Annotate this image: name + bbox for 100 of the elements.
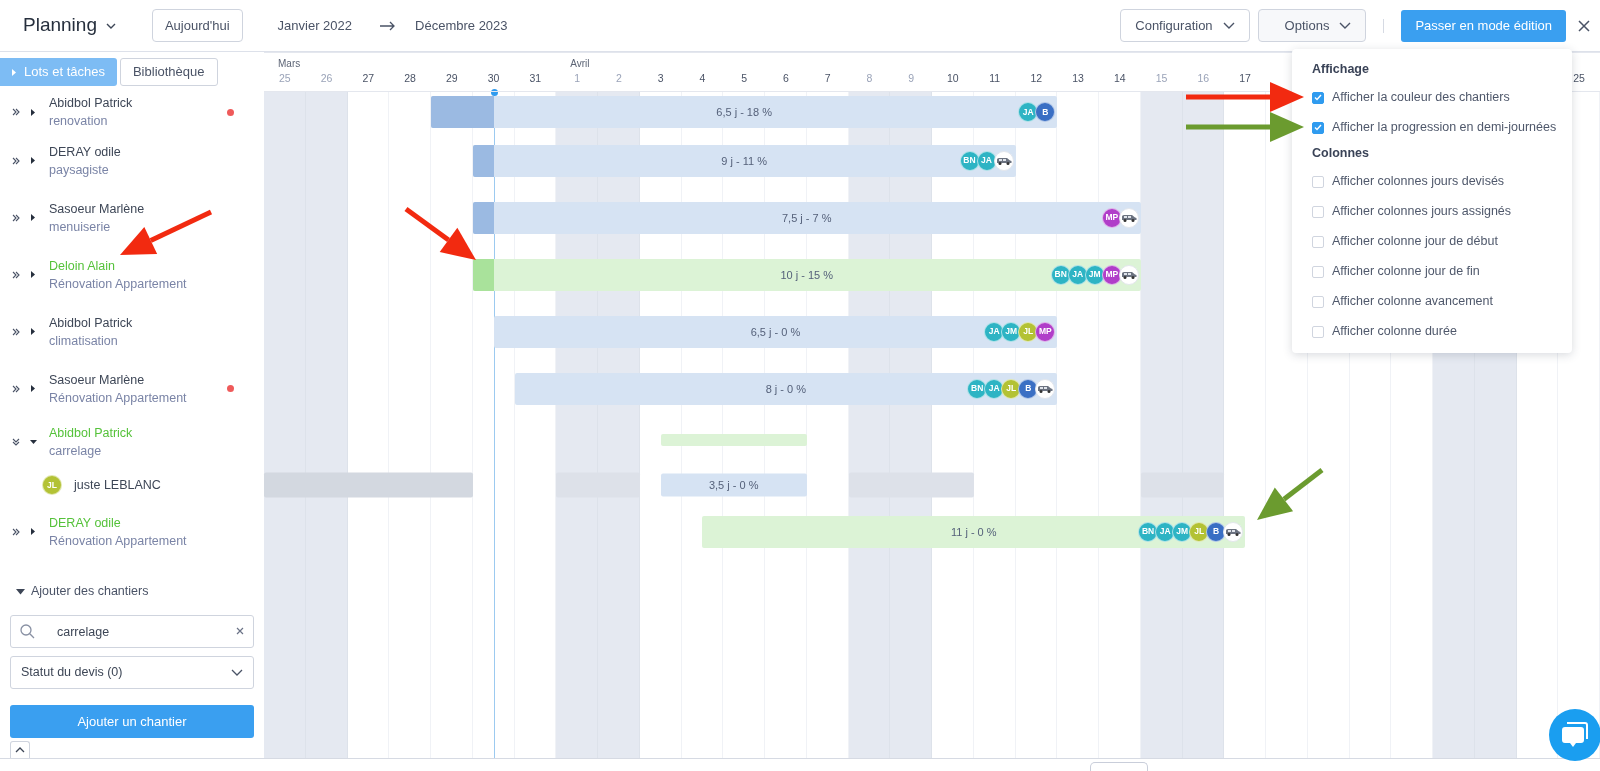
site-subtitle: carrelage [49,443,103,460]
collapse-button[interactable] [10,741,30,758]
menu-button[interactable]: Options [1257,9,1367,42]
range-start[interactable]: Janvier 2022 [277,15,353,36]
double-chevron-right-icon[interactable] [12,327,20,336]
bar-label: 6,5 j - 0 % [750,324,801,340]
day-label: 16 [1196,71,1211,86]
double-chevron-right-icon[interactable] [12,384,20,393]
option-label[interactable]: Afficher la progression en demi-journées [1332,118,1557,138]
site-name[interactable]: Abidbol Patrick [49,94,133,112]
checkbox[interactable] [1312,175,1324,188]
worker-name[interactable]: juste LEBLANC [74,476,161,494]
elapsed-segment [472,201,494,234]
task-bar[interactable]: 6,5 j - 18 % JA B [431,96,1058,128]
caret-right-icon[interactable] [31,271,36,278]
day-label: 10 [946,71,960,86]
checkbox[interactable] [1312,295,1324,308]
checkbox[interactable] [1312,235,1324,248]
checkbox[interactable] [1312,205,1324,218]
day-label: 29 [445,71,459,86]
bar-label: 6,5 j - 18 % [716,104,772,120]
bar-label: 10 j - 15 % [780,267,834,283]
checkbox[interactable] [1312,325,1324,338]
bar-label: 11 j - 0 % [950,524,997,540]
clear-icon[interactable] [236,627,244,635]
range-end[interactable]: Décembre 2023 [415,15,508,36]
scroll-handle[interactable] [1090,762,1148,771]
caret-right-icon[interactable] [31,214,36,221]
today-button[interactable]: Aujourd'hui [151,9,243,42]
avatar: JA [984,321,1005,342]
search-field[interactable]: carrelage [10,615,254,648]
double-chevron-down-icon[interactable] [12,438,20,446]
avatar: JL [42,475,62,495]
site-subtitle: Rénovation Appartement [49,532,187,550]
avatar: JM [1172,521,1193,542]
double-chevron-right-icon[interactable] [12,270,20,279]
checkbox[interactable] [1312,91,1324,104]
option-label[interactable]: Afficher la couleur des chantiers [1332,88,1510,108]
day-label: 4 [698,71,707,86]
page-title[interactable]: Planning [23,11,97,40]
option-label[interactable]: Afficher colonnes jours assignés [1332,202,1512,221]
option-label[interactable]: Afficher colonne jour de début [1332,232,1498,251]
assignment-bar[interactable]: 3,5 j - 0 % [660,473,807,497]
caret-right-icon [12,68,16,76]
double-chevron-right-icon[interactable] [12,108,20,116]
day-label: 26 [319,71,334,86]
task-bar[interactable]: 6,5 j - 0 % JA JM JL MP [493,315,1058,348]
option-label[interactable]: Afficher colonnes jours devisés [1332,172,1505,191]
caret-right-icon[interactable] [31,385,36,392]
day-label: 15 [1154,71,1169,86]
day-label: 30 [486,71,501,86]
task-bar[interactable]: 9 j - 11 % BN JA [472,144,1016,177]
day-label: 1 [573,71,582,86]
day-label: 12 [1029,71,1044,86]
double-chevron-right-icon[interactable] [12,156,20,165]
site-name[interactable]: Sasoeur Marlène [49,199,145,218]
van-icon [993,150,1014,171]
task-bar[interactable]: 10 j - 15 % BN JA JM MP [472,258,1141,291]
site-subtitle: renovation [49,113,109,130]
elapsed-segment [431,96,494,128]
option-label[interactable]: Afficher colonne durée [1332,322,1457,341]
sidebar-tab[interactable]: Bibliothèque [119,58,218,86]
caret-right-icon[interactable] [31,157,36,164]
checkbox[interactable] [1312,265,1324,278]
task-bar[interactable]: 11 j - 0 % BN JA JM JL B [702,515,1246,548]
site-name[interactable]: Abidbol Patrick [49,313,133,332]
task-bar[interactable]: 8 j - 0 % BN JA JL B [514,372,1058,405]
van-icon [1118,207,1139,228]
option-label[interactable]: Afficher colonne avancement [1332,292,1493,311]
caret-down-icon[interactable] [16,588,25,595]
close-icon[interactable] [1578,19,1590,32]
section-title[interactable]: Ajouter des chantiers [31,582,149,601]
caret-right-icon[interactable] [31,108,36,116]
site-name[interactable]: Sasoeur Marlène [49,370,187,389]
day-label: 6 [781,71,790,86]
menu-button[interactable]: Configuration [1120,9,1250,42]
section-heading: Affichage [1312,61,1370,78]
caret-down-icon[interactable] [30,439,37,445]
avatar: B [1035,102,1056,122]
task-bar[interactable]: 7,5 j - 7 % MP [472,201,1141,234]
day-label: 9 [907,71,916,86]
chevron-down-icon[interactable] [105,22,116,29]
caret-right-icon[interactable] [31,528,36,535]
option-label[interactable]: Afficher colonne jour de fin [1332,262,1480,281]
status-select[interactable]: Statut du devis (0) [10,656,254,689]
avatar: MP [1101,264,1122,285]
avatar: JL [1018,321,1039,342]
chat-button[interactable] [1549,709,1600,761]
caret-right-icon[interactable] [31,328,36,335]
site-subtitle: Rénovation Appartement [49,275,187,293]
day-label: 25 [1572,71,1586,86]
day-label: 8 [865,71,874,86]
site-name[interactable]: DERAY odile [49,142,121,161]
double-chevron-right-icon[interactable] [12,527,20,536]
van-icon [1223,521,1244,542]
double-chevron-right-icon[interactable] [12,213,20,222]
avatar: JA [976,150,997,171]
search-icon [20,624,35,639]
day-label: 14 [1113,71,1127,86]
checkbox[interactable] [1312,121,1324,134]
